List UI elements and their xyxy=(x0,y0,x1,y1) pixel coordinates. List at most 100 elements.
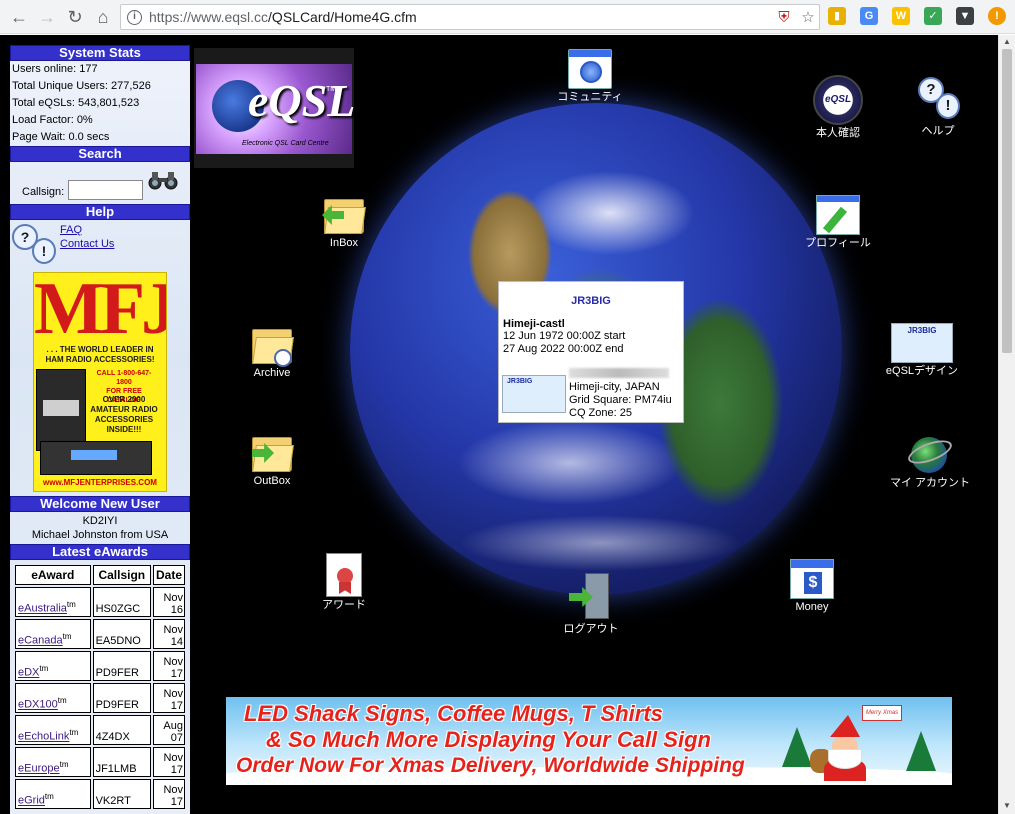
shield-blocked-icon[interactable]: ⛨ xyxy=(775,9,793,27)
update-icon[interactable]: ! xyxy=(988,7,1006,25)
award-link[interactable]: eEurope xyxy=(18,763,60,775)
award-label: アワード xyxy=(322,599,366,611)
system-stats-header: System Stats xyxy=(10,45,190,61)
banner-tree-icon xyxy=(782,727,812,767)
help-section: ? ! FAQ Contact Us xyxy=(10,220,190,270)
award-month: Aug xyxy=(163,720,183,732)
page-scrollbar[interactable]: ▲ ▼ xyxy=(998,35,1015,814)
left-sidebar: System Stats Users online: 177 Total Uni… xyxy=(10,45,190,814)
award-month: Nov xyxy=(163,624,183,636)
page-body: System Stats Users online: 177 Total Uni… xyxy=(0,35,998,814)
profile-edit-icon xyxy=(816,195,860,235)
site-info-icon[interactable]: i xyxy=(127,10,142,25)
url-text: https://www.eqsl.cc/QSLCard/Home4G.cfm xyxy=(149,9,417,25)
award-date: Nov 17 xyxy=(153,651,185,681)
callsign-input[interactable] xyxy=(68,180,143,200)
eqsl-logo[interactable]: eQSL TM Electronic QSL Card Centre xyxy=(194,48,355,168)
scroll-up-icon[interactable]: ▲ xyxy=(1003,37,1011,46)
home-icon[interactable]: ⌂ xyxy=(92,6,114,28)
mfj-over-3: ACCESSORIES xyxy=(94,415,154,424)
forward-icon[interactable]: → xyxy=(36,6,58,28)
award-cell: eCanadatm xyxy=(15,619,91,649)
popup-cq-zone: CQ Zone: 25 xyxy=(569,407,632,419)
logout-door-icon xyxy=(569,573,613,621)
award-callsign: VK2RT xyxy=(92,779,152,809)
banner-line-2: & So Much More Displaying Your Call Sign xyxy=(266,727,711,752)
eqsl-design-link[interactable]: JR3BIG eQSLデザイン xyxy=(880,323,964,378)
archive-label: Archive xyxy=(253,367,291,379)
award-callsign: PD9FER xyxy=(92,651,152,681)
popup-callsign: JR3BIG xyxy=(571,295,611,307)
faq-link[interactable]: FAQ xyxy=(60,224,82,236)
reload-icon[interactable]: ↻ xyxy=(64,6,86,28)
pocket-icon[interactable]: ▼ xyxy=(956,7,974,25)
scroll-down-icon[interactable]: ▼ xyxy=(1003,801,1011,810)
my-account-link[interactable]: マイ アカウント xyxy=(884,429,976,490)
translate-icon[interactable]: G xyxy=(860,7,878,25)
design-card-call: JR3BIG xyxy=(907,326,937,335)
col-eaward: eAward xyxy=(15,565,91,585)
outbox-folder-icon xyxy=(250,433,294,473)
stat-unique-users: Total Unique Users: 277,526 xyxy=(12,80,151,92)
welcome-header: Welcome New User xyxy=(10,496,190,512)
stat-total-eqsls: Total eQSLs: 543,801,523 xyxy=(12,97,140,109)
mfj-advertisement[interactable]: MFJ . . . THE WORLD LEADER IN HAM RADIO A… xyxy=(33,272,167,492)
binoculars-icon[interactable] xyxy=(147,170,179,190)
community-link[interactable]: コミュニティ xyxy=(552,49,628,104)
award-month: Nov xyxy=(163,688,183,700)
archive-link[interactable]: Archive xyxy=(240,325,304,380)
help-bubbles-icon: ? ! xyxy=(12,224,58,268)
logout-label: ログアウト xyxy=(563,623,619,635)
award-link[interactable]: eAustralia xyxy=(18,603,67,615)
award-row: eAustraliatm HS0ZGC Nov 16 xyxy=(15,587,185,617)
popup-qsl-card-thumbnail: JR3BIG xyxy=(502,375,566,413)
award-link[interactable]: eEchoLink xyxy=(18,731,69,743)
award-row: eEchoLinktm 4Z4DX Aug 07 xyxy=(15,715,185,745)
award-link[interactable]: eCanada xyxy=(18,635,63,647)
url-host: https://www.eqsl.cc xyxy=(149,9,269,25)
mfj-over-1: OVER 2000 xyxy=(102,395,146,404)
welcome-name: Michael Johnston from USA xyxy=(31,529,169,541)
award-link[interactable]: eDX100 xyxy=(18,699,58,711)
money-icon: $ xyxy=(790,559,834,599)
award-link[interactable]: eGrid xyxy=(18,795,45,807)
award-tm: tm xyxy=(59,760,69,770)
col-date: Date xyxy=(153,565,185,585)
mfj-over-2000: OVER 2000 AMATEUR RADIO ACCESSORIES INSI… xyxy=(90,395,158,435)
extension-icon[interactable]: ▮ xyxy=(828,7,846,25)
scroll-thumb[interactable] xyxy=(1002,49,1012,353)
award-link[interactable]: アワード xyxy=(312,553,376,612)
inbox-link[interactable]: InBox xyxy=(312,195,376,250)
stat-load-factor: Load Factor: 0% xyxy=(12,114,93,126)
popup-blurred-text xyxy=(569,368,669,378)
award-link[interactable]: eDX xyxy=(18,667,39,679)
banner-santa-icon xyxy=(816,715,874,781)
award-day: 17 xyxy=(170,668,183,680)
back-icon[interactable]: ← xyxy=(8,6,30,28)
popup-end: 27 Aug 2022 00:00Z end xyxy=(503,343,624,355)
mfj-tagline-2: HAM RADIO ACCESSORIES! xyxy=(45,355,155,364)
mfj-logo: MFJ xyxy=(34,272,167,350)
award-row: eEuropetm JF1LMB Nov 17 xyxy=(15,747,185,777)
bookmark-star-icon[interactable]: ☆ xyxy=(799,9,817,27)
award-cell: eGridtm xyxy=(15,779,91,809)
help-link[interactable]: ? ! ヘルプ xyxy=(900,77,976,138)
mfj-tagline: . . . THE WORLD LEADER IN HAM RADIO ACCES… xyxy=(34,345,166,365)
verify-link[interactable]: eQSL 本人確認 xyxy=(800,75,876,140)
stat-users-online: Users online: 177 xyxy=(12,63,98,75)
extension-w-icon[interactable]: W xyxy=(892,7,910,25)
logout-link[interactable]: ログアウト xyxy=(556,573,626,636)
address-bar[interactable]: i https://www.eqsl.cc/QSLCard/Home4G.cfm… xyxy=(120,4,820,30)
search-header: Search xyxy=(10,146,190,162)
money-link[interactable]: $ Money xyxy=(780,559,844,614)
help-label: ヘルプ xyxy=(921,125,955,137)
bottom-advertisement-banner[interactable]: LED Shack Signs, Coffee Mugs, T Shirts &… xyxy=(226,697,952,785)
profile-link[interactable]: プロフィール xyxy=(798,195,878,250)
contact-us-link[interactable]: Contact Us xyxy=(60,238,114,250)
outbox-link[interactable]: OutBox xyxy=(240,433,304,488)
award-date: Nov 17 xyxy=(153,779,185,809)
award-month: Nov xyxy=(163,752,183,764)
popup-address: Himeji-city, JAPAN Grid Square: PM74iu C… xyxy=(569,381,672,420)
extension-green-icon[interactable]: ✓ xyxy=(924,7,942,25)
award-month: Nov xyxy=(163,656,183,668)
